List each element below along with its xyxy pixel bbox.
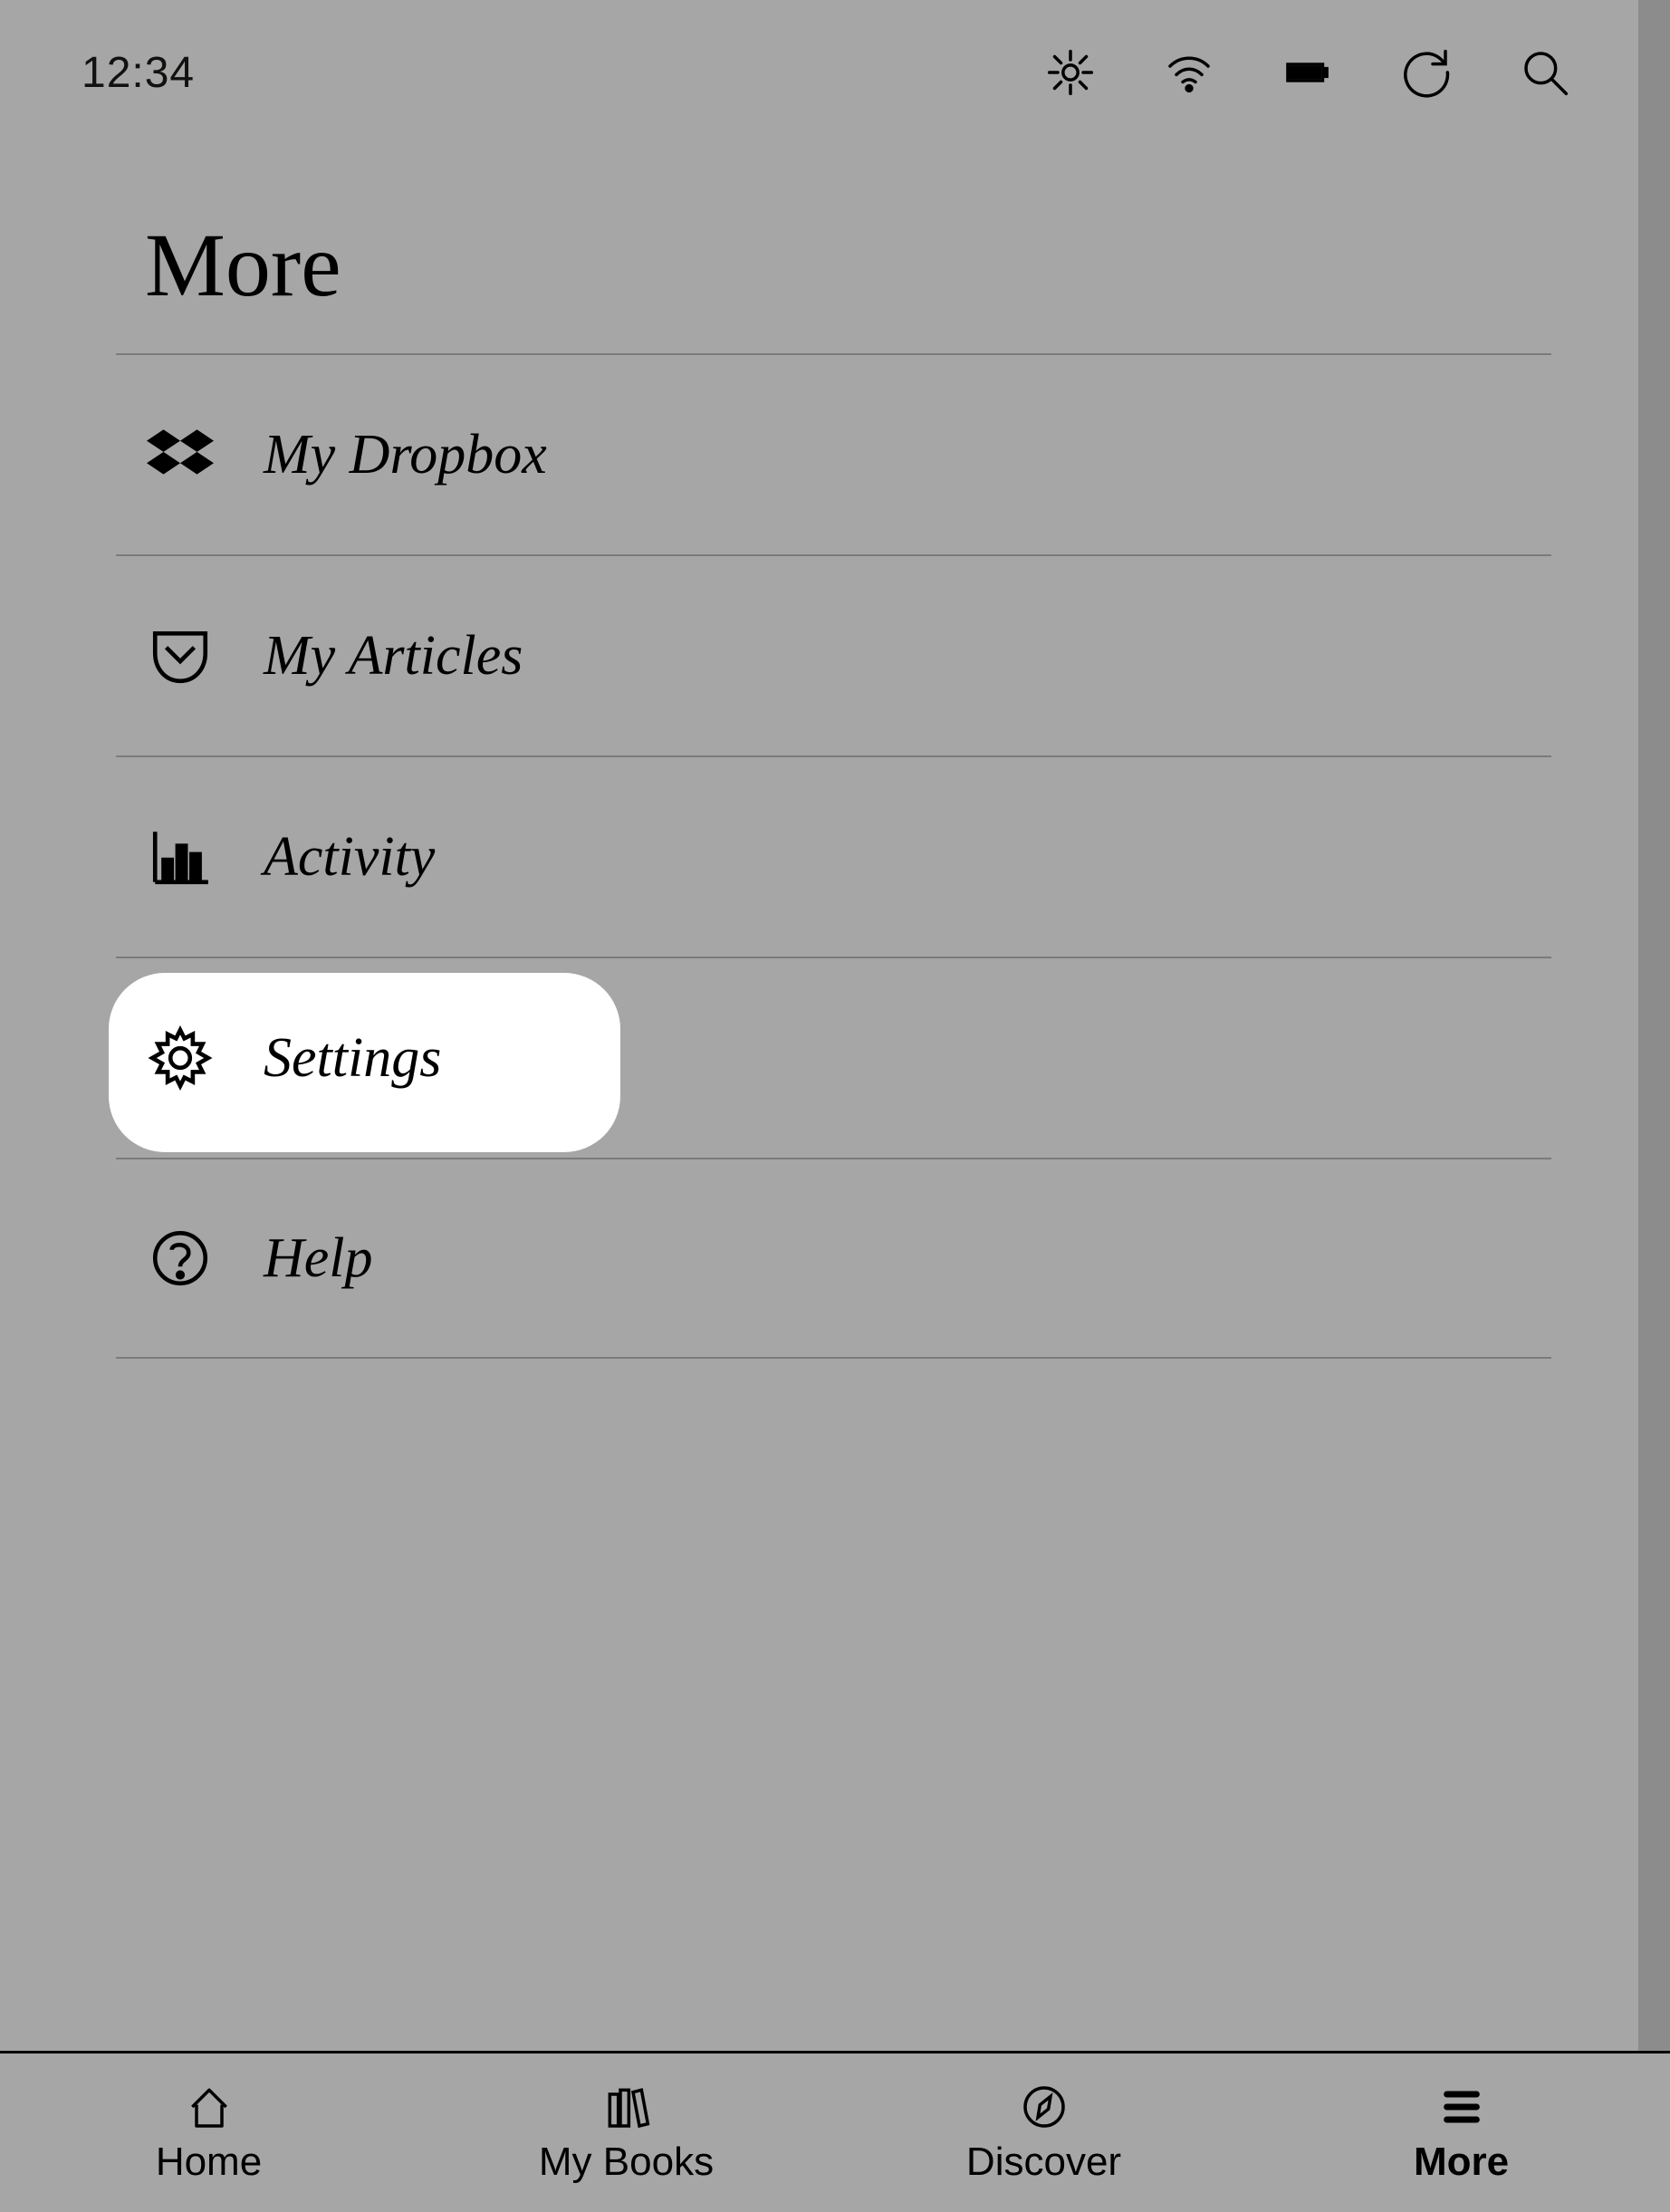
barchart-icon xyxy=(147,823,214,890)
menu-item-my-articles[interactable]: My Articles xyxy=(116,554,1551,755)
menu-item-settings[interactable]: Settings xyxy=(116,957,1551,1158)
menu-item-label: Help xyxy=(264,1226,373,1291)
search-icon[interactable] xyxy=(1520,47,1570,98)
nav-my-books[interactable]: My Books xyxy=(418,2053,835,2212)
home-icon xyxy=(184,2082,235,2132)
wifi-icon[interactable] xyxy=(1164,47,1214,98)
menu-item-help[interactable]: Help xyxy=(116,1158,1551,1359)
bottom-nav: Home My Books Discover xyxy=(0,2051,1670,2212)
status-bar: 12:34 xyxy=(0,0,1652,145)
menu-item-my-dropbox[interactable]: My Dropbox xyxy=(116,353,1551,554)
side-shadow xyxy=(1638,0,1670,2052)
nav-home[interactable]: Home xyxy=(0,2053,418,2212)
books-icon xyxy=(601,2082,652,2132)
menu-item-label: My Articles xyxy=(264,624,523,688)
page-title: More xyxy=(145,213,341,317)
help-icon xyxy=(147,1225,214,1292)
menu-item-label: Settings xyxy=(264,1026,441,1091)
compass-icon xyxy=(1019,2082,1070,2132)
nav-label: My Books xyxy=(539,2140,714,2185)
menu-icon xyxy=(1436,2082,1487,2132)
nav-label: Home xyxy=(156,2140,262,2185)
brightness-icon[interactable] xyxy=(1045,47,1096,98)
nav-more[interactable]: More xyxy=(1252,2053,1670,2212)
pocket-icon xyxy=(147,622,214,689)
dropbox-icon xyxy=(147,421,214,488)
menu-item-activity[interactable]: Activity xyxy=(116,755,1551,957)
sync-icon[interactable] xyxy=(1401,47,1452,98)
device-screen: 12:34 xyxy=(0,0,1670,2212)
nav-label: Discover xyxy=(966,2140,1121,2185)
status-time: 12:34 xyxy=(82,48,195,98)
menu-item-label: My Dropbox xyxy=(264,423,547,487)
status-icons xyxy=(1045,47,1570,98)
menu-item-label: Activity xyxy=(264,825,435,890)
nav-label: More xyxy=(1414,2140,1509,2185)
gear-icon xyxy=(147,1024,214,1092)
menu-list: My Dropbox My Articles Ac xyxy=(116,353,1551,1359)
nav-discover[interactable]: Discover xyxy=(835,2053,1252,2212)
battery-icon[interactable] xyxy=(1282,47,1333,98)
